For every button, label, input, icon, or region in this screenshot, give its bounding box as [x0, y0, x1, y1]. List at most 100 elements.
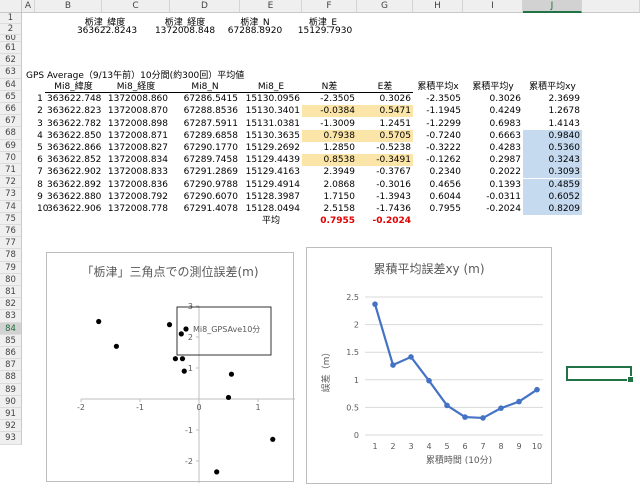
- table-row-2-col-1[interactable]: 363622.823: [45, 105, 102, 117]
- table-row-2-col-3[interactable]: 67288.8536: [170, 105, 240, 117]
- table-header-8[interactable]: 累積平均y: [463, 81, 523, 93]
- row-header-71[interactable]: 71: [0, 164, 22, 177]
- table-row-6-col-9[interactable]: 0.3243: [523, 154, 582, 167]
- column-header-j[interactable]: J: [523, 0, 582, 13]
- table-row-10-col-6[interactable]: -1.7436: [357, 203, 413, 215]
- table-row-1-col-7[interactable]: -2.3505: [413, 93, 463, 105]
- row-header-64[interactable]: 64: [0, 78, 22, 91]
- table-row-7-col-3[interactable]: 67291.2869: [170, 166, 240, 178]
- table-row-1-col-8[interactable]: 0.3026: [463, 93, 523, 105]
- row-header-92[interactable]: 92: [0, 420, 22, 433]
- cell-b2[interactable]: 363622.8243: [62, 26, 152, 36]
- table-row-9-col-1[interactable]: 363622.880: [45, 191, 102, 203]
- table-row-4-col-1[interactable]: 363622.850: [45, 130, 102, 142]
- table-row-9-col-4[interactable]: 15128.3987: [240, 191, 302, 203]
- table-row-5-col-4[interactable]: 15129.2692: [240, 142, 302, 154]
- table-row-10-col-0[interactable]: 10: [35, 203, 48, 215]
- table-row-9-col-3[interactable]: 67290.6070: [170, 191, 240, 203]
- line-chart[interactable]: 累積平均誤差xy (m) 2.5 2 1.5 1 0.5 0 1 2 3 4 5 6 7 8 9 10 累積時間…: [306, 247, 552, 484]
- column-header-d[interactable]: D: [170, 0, 240, 13]
- section-title[interactable]: GPS Average（9/13午前）10分間(約300回）平均値: [24, 68, 246, 81]
- row-header-89[interactable]: 89: [0, 383, 22, 396]
- table-row-8-col-3[interactable]: 67290.9788: [170, 179, 240, 191]
- table-row-6-col-7[interactable]: -0.1262: [413, 154, 463, 166]
- table-row-2-col-2[interactable]: 1372008.870: [102, 105, 170, 117]
- column-header-i[interactable]: I: [463, 0, 523, 13]
- table-row-2-col-0[interactable]: 2: [35, 105, 45, 117]
- row-header-68[interactable]: 68: [0, 127, 22, 140]
- table-row-5-col-0[interactable]: 5: [35, 142, 45, 154]
- table-row-7-col-8[interactable]: 0.2022: [463, 166, 523, 178]
- table-row-7-col-0[interactable]: 7: [35, 166, 45, 178]
- table-row-1-col-3[interactable]: 67286.5415: [170, 93, 240, 105]
- table-row-3-col-6[interactable]: 1.2451: [357, 118, 413, 130]
- table-row-9-col-5[interactable]: 1.7150: [302, 191, 357, 203]
- table-row-5-col-7[interactable]: -0.3222: [413, 142, 463, 154]
- table-row-1-col-9[interactable]: 2.3699: [523, 93, 582, 105]
- table-row-8-col-1[interactable]: 363622.892: [45, 179, 102, 191]
- row-header-85[interactable]: 85: [0, 334, 22, 347]
- table-row-10-col-7[interactable]: 0.7955: [413, 203, 463, 215]
- row-header-66[interactable]: 66: [0, 103, 22, 116]
- table-row-6-col-4[interactable]: 15129.4439: [240, 154, 302, 166]
- table-row-7-col-4[interactable]: 15129.4163: [240, 166, 302, 178]
- row-header-82[interactable]: 82: [0, 298, 22, 311]
- table-row-2-col-6[interactable]: 0.5471: [357, 105, 413, 118]
- table-row-9-col-6[interactable]: -1.3943: [357, 191, 413, 203]
- select-all-corner[interactable]: [0, 0, 22, 13]
- table-row-5-col-5[interactable]: 1.2850: [302, 142, 357, 154]
- row-header-91[interactable]: 91: [0, 408, 22, 421]
- table-row-1-col-5[interactable]: -2.3505: [302, 93, 357, 105]
- table-row-5-col-2[interactable]: 1372008.827: [102, 142, 170, 154]
- table-row-10-col-5[interactable]: 2.5158: [302, 203, 357, 215]
- row-header-60[interactable]: 60: [0, 35, 22, 42]
- table-row-7-col-2[interactable]: 1372008.833: [102, 166, 170, 178]
- table-header-2[interactable]: Mi8_経度: [102, 81, 170, 93]
- table-header-3[interactable]: Mi8_N: [170, 81, 240, 93]
- table-header-7[interactable]: 累積平均x: [413, 81, 463, 93]
- table-row-2-col-5[interactable]: -0.0384: [302, 105, 357, 118]
- row-header-73[interactable]: 73: [0, 188, 22, 201]
- table-row-1-col-0[interactable]: 1: [35, 93, 45, 105]
- row-header-83[interactable]: 83: [0, 310, 22, 323]
- table-row-7-col-6[interactable]: -0.3767: [357, 166, 413, 178]
- table-row-8-col-0[interactable]: 8: [35, 179, 45, 191]
- average-label[interactable]: 平均: [240, 215, 302, 227]
- table-row-10-col-9[interactable]: 0.8209: [523, 203, 582, 215]
- table-row-4-col-0[interactable]: 4: [35, 130, 45, 142]
- table-header-4[interactable]: Mi8_E: [240, 81, 302, 93]
- table-row-10-col-4[interactable]: 15128.0494: [240, 203, 302, 215]
- table-header-1[interactable]: Mi8_緯度: [45, 81, 102, 93]
- table-row-1-col-6[interactable]: 0.3026: [357, 93, 413, 105]
- table-row-8-col-8[interactable]: 0.1393: [463, 179, 523, 191]
- table-row-9-col-9[interactable]: 0.6052: [523, 190, 582, 203]
- table-row-2-col-4[interactable]: 15130.3401: [240, 105, 302, 117]
- table-row-4-col-3[interactable]: 67289.6858: [170, 130, 240, 142]
- table-row-3-col-0[interactable]: 3: [35, 118, 45, 130]
- table-row-8-col-9[interactable]: 0.4859: [523, 178, 582, 191]
- table-row-5-col-8[interactable]: 0.4283: [463, 142, 523, 154]
- table-row-3-col-1[interactable]: 363622.782: [45, 118, 102, 130]
- table-row-2-col-8[interactable]: 0.4249: [463, 105, 523, 117]
- table-row-5-col-6[interactable]: -0.5238: [357, 142, 413, 154]
- table-row-6-col-5[interactable]: 0.8538: [302, 154, 357, 167]
- table-row-6-col-6[interactable]: -0.3491: [357, 154, 413, 167]
- average-e[interactable]: -0.2024: [357, 215, 413, 227]
- table-row-6-col-8[interactable]: 0.2987: [463, 154, 523, 166]
- table-row-3-col-8[interactable]: 0.6983: [463, 118, 523, 130]
- table-row-2-col-7[interactable]: -1.1945: [413, 105, 463, 117]
- row-header-63[interactable]: 63: [0, 66, 22, 79]
- table-header-6[interactable]: E差: [357, 81, 413, 93]
- table-row-7-col-1[interactable]: 363622.902: [45, 166, 102, 178]
- table-row-4-col-4[interactable]: 15130.3635: [240, 130, 302, 142]
- row-header-70[interactable]: 70: [0, 151, 22, 164]
- table-row-9-col-0[interactable]: 9: [35, 191, 45, 203]
- row-header-72[interactable]: 72: [0, 176, 22, 189]
- table-row-8-col-4[interactable]: 15129.4914: [240, 179, 302, 191]
- row-header-80[interactable]: 80: [0, 273, 22, 286]
- table-row-10-col-3[interactable]: 67291.4078: [170, 203, 240, 215]
- scatter-chart[interactable]: 「栃津」三角点での測位誤差(m) -2-1012321-1-2-3Mi8_GPS…: [46, 252, 295, 483]
- table-row-7-col-7[interactable]: 0.2340: [413, 166, 463, 178]
- column-header-c[interactable]: C: [102, 0, 170, 13]
- row-header-79[interactable]: 79: [0, 261, 22, 274]
